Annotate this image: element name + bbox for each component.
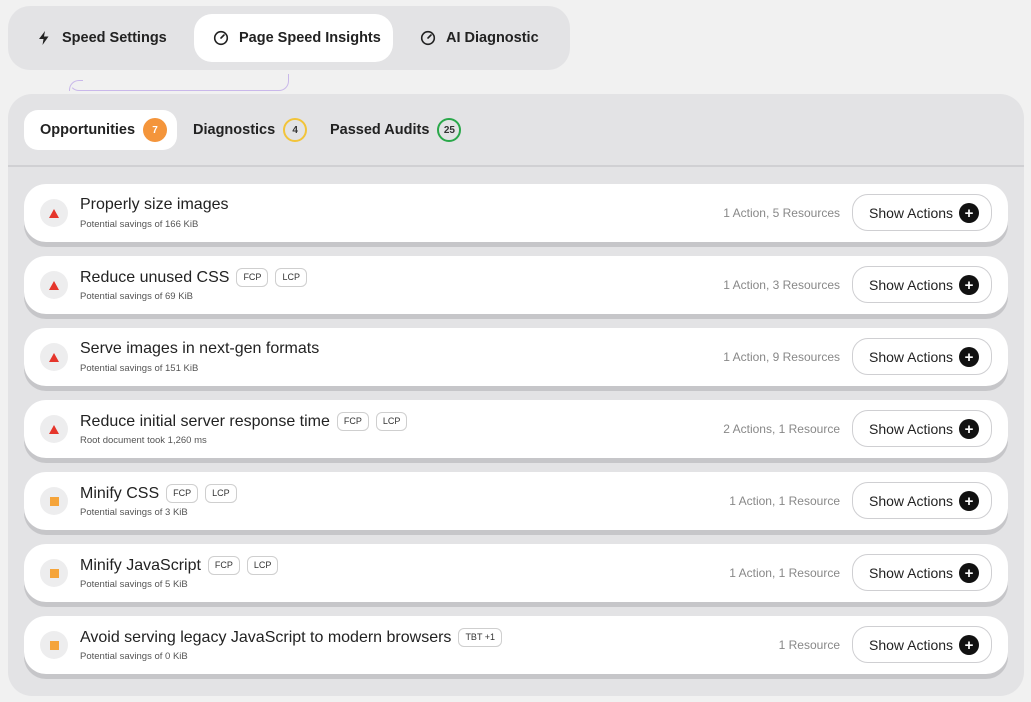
severity-medium-icon (40, 487, 68, 515)
audit-row: Serve images in next-gen formats Potenti… (24, 328, 1008, 386)
tab-passed-audits-label: Passed Audits (330, 122, 430, 138)
audit-resource-count: 1 Action, 5 Resources (723, 206, 840, 220)
audit-savings: Potential savings of 0 KiB (80, 651, 188, 662)
metric-tag: LCP (375, 412, 408, 431)
audit-title: Reduce unused CSS (80, 268, 230, 286)
plus-icon: + (959, 275, 979, 295)
audit-savings: Root document took 1,260 ms (80, 435, 207, 446)
metric-tag: LCP (275, 268, 307, 287)
show-actions-label: Show Actions (869, 636, 954, 653)
audit-resource-count: 1 Resource (778, 638, 840, 652)
tab-ai-diagnostic[interactable]: AI Diagnostic (420, 14, 539, 62)
audit-list: Properly size images Potential savings o… (24, 184, 1008, 688)
audit-title: Avoid serving legacy JavaScript to moder… (80, 628, 452, 646)
severity-medium-icon (40, 631, 68, 659)
metric-tag: FCP (336, 412, 369, 431)
severity-medium-icon (40, 559, 68, 587)
show-actions-label: Show Actions (869, 420, 954, 437)
opportunities-count-badge: 7 (143, 118, 168, 142)
audit-title: Serve images in next-gen formats (80, 340, 320, 357)
show-actions-label: Show Actions (869, 204, 954, 221)
metric-tag: FCP (236, 268, 269, 287)
audit-row: Properly size images Potential savings o… (24, 184, 1008, 242)
tab-diagnostics[interactable]: Diagnostics 4 (193, 110, 308, 150)
audit-title: Properly size images (80, 196, 229, 213)
plus-icon: + (959, 563, 979, 583)
metric-tag: FCP (166, 484, 199, 503)
tab-opportunities-label: Opportunities (40, 122, 136, 138)
audit-savings: Potential savings of 151 KiB (80, 363, 199, 374)
show-actions-button[interactable]: Show Actions + (852, 554, 992, 591)
severity-high-icon (40, 199, 68, 227)
top-tab-bar: Speed Settings Page Speed Insights AI Di… (8, 6, 570, 70)
audit-panel: Opportunities 7 Diagnostics 4 Passed Aud… (8, 94, 1024, 696)
audit-resource-count: 2 Actions, 1 Resource (723, 422, 840, 436)
tab-diagnostics-label: Diagnostics (193, 122, 276, 138)
metric-tag: LCP (246, 556, 279, 575)
audit-title: Reduce initial server response time (80, 412, 330, 430)
audit-resource-count: 1 Action, 1 Resource (729, 494, 840, 508)
audit-resource-count: 1 Action, 9 Resources (723, 350, 840, 364)
show-actions-button[interactable]: Show Actions + (852, 626, 992, 663)
audit-savings: Potential savings of 3 KiB (80, 507, 188, 518)
show-actions-label: Show Actions (869, 276, 954, 293)
tab-speed-settings[interactable]: Speed Settings (36, 14, 167, 62)
audit-category-tabs: Opportunities 7 Diagnostics 4 Passed Aud… (8, 94, 1024, 167)
tab-page-speed-insights-label: Page Speed Insights (239, 30, 381, 46)
passed-audits-count-badge: 25 (437, 118, 462, 142)
bolt-icon (36, 30, 52, 46)
plus-icon: + (959, 419, 979, 439)
audit-savings: Potential savings of 166 KiB (80, 219, 199, 230)
metric-tag: TBT +1 (458, 628, 503, 647)
metric-tag: LCP (205, 484, 237, 503)
gauge-icon (213, 30, 229, 46)
show-actions-button[interactable]: Show Actions + (852, 266, 992, 303)
plus-icon: + (959, 203, 979, 223)
audit-savings: Potential savings of 5 KiB (80, 579, 188, 590)
plus-icon: + (959, 491, 979, 511)
audit-row: Reduce unused CSS FCP LCP Potential savi… (24, 256, 1008, 314)
gauge-icon (420, 30, 436, 46)
tab-ai-diagnostic-label: AI Diagnostic (446, 30, 539, 46)
plus-icon: + (959, 635, 979, 655)
diagnostics-count-badge: 4 (283, 118, 308, 142)
tab-opportunities[interactable]: Opportunities 7 (24, 110, 177, 150)
audit-title: Minify JavaScript (80, 556, 201, 574)
severity-high-icon (40, 415, 68, 443)
tab-connector-line (69, 74, 289, 91)
audit-savings: Potential savings of 69 KiB (80, 291, 194, 302)
tab-speed-settings-label: Speed Settings (62, 30, 167, 46)
tab-page-speed-insights[interactable]: Page Speed Insights (194, 14, 393, 62)
show-actions-label: Show Actions (869, 348, 954, 365)
show-actions-button[interactable]: Show Actions + (852, 410, 992, 447)
audit-resource-count: 1 Action, 1 Resource (729, 566, 840, 580)
plus-icon: + (959, 347, 979, 367)
show-actions-button[interactable]: Show Actions + (852, 194, 992, 231)
severity-high-icon (40, 343, 68, 371)
audit-row: Reduce initial server response time FCP … (24, 400, 1008, 458)
show-actions-label: Show Actions (869, 564, 954, 581)
show-actions-button[interactable]: Show Actions + (852, 338, 992, 375)
tab-passed-audits[interactable]: Passed Audits 25 (330, 110, 462, 150)
audit-row: Minify JavaScript FCP LCP Potential savi… (24, 544, 1008, 602)
show-actions-label: Show Actions (869, 492, 954, 509)
audit-resource-count: 1 Action, 3 Resources (723, 278, 840, 292)
show-actions-button[interactable]: Show Actions + (852, 482, 992, 519)
metric-tag: FCP (207, 556, 240, 575)
audit-row: Minify CSS FCP LCP Potential savings of … (24, 472, 1008, 530)
severity-high-icon (40, 271, 68, 299)
audit-title: Minify CSS (80, 484, 160, 502)
audit-row: Avoid serving legacy JavaScript to moder… (24, 616, 1008, 674)
